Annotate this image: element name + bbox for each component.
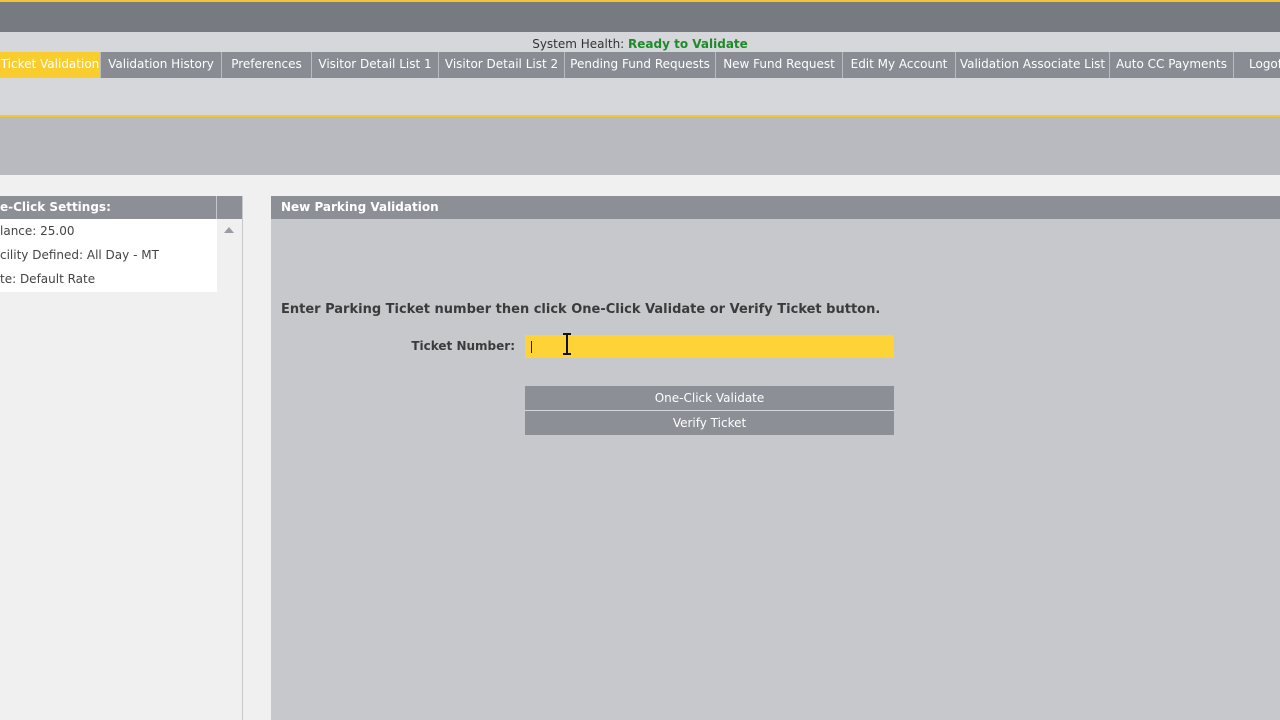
verify-ticket-button[interactable]: Verify Ticket [525,411,894,435]
tab-preferences[interactable]: Preferences [222,52,312,78]
input-caret [531,341,532,353]
tab-ticket-validation[interactable]: Ticket Validation [0,52,101,78]
top-header-bar [0,0,1280,32]
banner-bar [0,117,1280,175]
new-parking-validation-panel: New Parking Validation Enter Parking Tic… [271,196,1280,720]
one-click-settings-panel: e-Click Settings: lance: 25.00 cility De… [0,196,243,720]
settings-rate: te: Default Rate [0,272,96,286]
system-health-status: Ready to Validate [628,37,748,51]
text-cursor-icon [563,333,571,355]
ticket-number-input[interactable] [525,335,894,358]
one-click-validate-button[interactable]: One-Click Validate [525,386,894,410]
sub-header-bar [0,78,1280,117]
tab-visitor-detail-list-1[interactable]: Visitor Detail List 1 [312,52,439,78]
settings-balance: lance: 25.00 [0,224,75,238]
tab-validation-history[interactable]: Validation History [101,52,222,78]
validation-panel-title: New Parking Validation [271,196,1280,219]
settings-panel-title: e-Click Settings: [0,196,217,219]
validation-instructions: Enter Parking Ticket number then click O… [281,302,881,317]
tab-validation-associate-list[interactable]: Validation Associate List [956,52,1110,78]
system-health-label: System Health: [532,37,625,51]
scroll-up-arrow-icon[interactable] [224,227,234,233]
settings-facility: cility Defined: All Day - MT [0,248,159,262]
tab-new-fund-request[interactable]: New Fund Request [716,52,843,78]
nav-tab-bar: Ticket Validation Validation History Pre… [0,52,1280,78]
ticket-number-label: Ticket Number: [411,339,515,353]
tab-edit-my-account[interactable]: Edit My Account [843,52,956,78]
system-health-row: System Health: Ready to Validate [0,32,1280,52]
tab-pending-fund-requests[interactable]: Pending Fund Requests [565,52,716,78]
settings-list: lance: 25.00 cility Defined: All Day - M… [0,219,217,292]
tab-auto-cc-payments[interactable]: Auto CC Payments [1110,52,1234,78]
tab-visitor-detail-list-2[interactable]: Visitor Detail List 2 [439,52,565,78]
tab-logoff[interactable]: Logoff [1234,52,1280,78]
settings-panel-header: e-Click Settings: [0,196,242,219]
